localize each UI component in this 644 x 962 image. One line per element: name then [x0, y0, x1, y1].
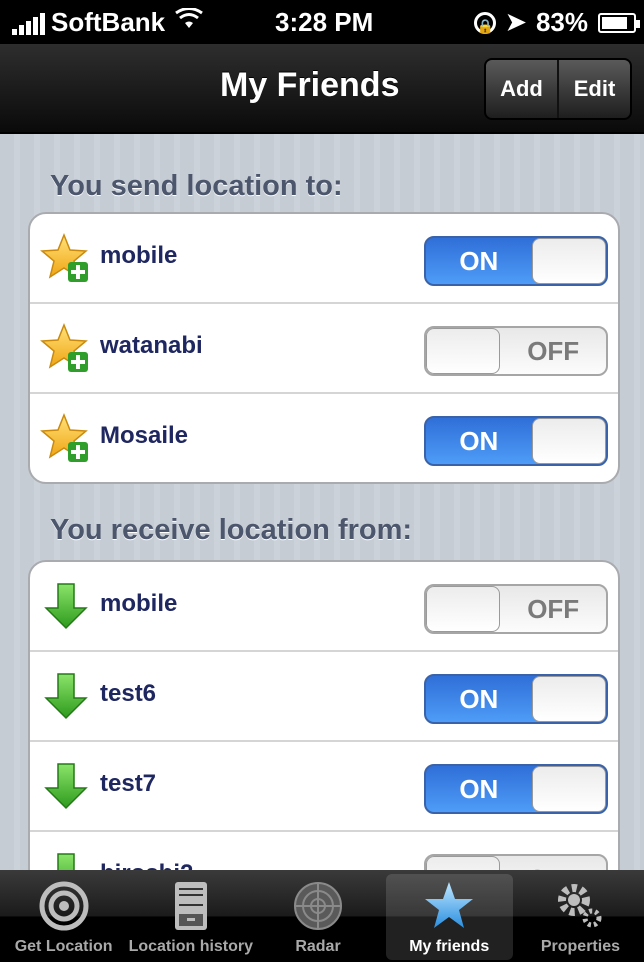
target-icon: [38, 880, 90, 932]
send-toggle-switch[interactable]: OFF: [424, 326, 608, 376]
send-row[interactable]: watanabi OFF: [30, 304, 618, 394]
cabinet-icon: [165, 880, 217, 932]
down-arrow-icon: [40, 670, 92, 722]
tab-label: Location history: [128, 938, 254, 955]
status-time: 3:28 PM: [275, 7, 374, 37]
toggle-knob[interactable]: [426, 586, 501, 632]
status-left: SoftBank: [12, 7, 203, 38]
receive-row[interactable]: test7 ON: [30, 742, 618, 832]
tab-get-location[interactable]: Get Location: [0, 870, 127, 962]
toggle-knob[interactable]: [426, 856, 501, 870]
send-row[interactable]: mobile ON: [30, 214, 618, 304]
add-button[interactable]: Add: [486, 60, 557, 118]
receive-toggle-switch[interactable]: OFF: [424, 584, 608, 634]
receive-row[interactable]: hiroshi2 OFF: [30, 832, 618, 870]
toggle-knob[interactable]: [531, 238, 606, 284]
toggle-state-label: ON: [459, 245, 499, 276]
receive-section-header: You receive location from:: [50, 514, 413, 546]
edit-button[interactable]: Edit: [557, 60, 630, 118]
tab-label: Get Location: [14, 938, 113, 955]
orientation-lock-icon: 🔒: [473, 11, 496, 34]
receive-row[interactable]: test6 ON: [30, 652, 618, 742]
tab-label: Radar: [295, 938, 341, 955]
receive-group: mobile OFF test6 ON test7 ON hiroshi2 OFF: [28, 560, 620, 870]
tab-radar[interactable]: Radar: [254, 870, 381, 962]
star-icon: [423, 880, 475, 932]
receive-friend-name: test7: [100, 770, 157, 797]
send-friend-name: Mosaile: [100, 422, 189, 449]
receive-row[interactable]: mobile OFF: [30, 562, 618, 652]
friends-list[interactable]: You send location to: mobile ON watanabi OF…: [0, 134, 644, 870]
receive-friend-name: mobile: [100, 590, 178, 617]
radar-icon: [292, 880, 344, 932]
toggle-knob[interactable]: [531, 766, 606, 812]
send-friend-name: watanabi: [100, 332, 203, 359]
star-add-icon: [40, 412, 92, 464]
page-title: My Friends: [220, 66, 400, 104]
send-group: mobile ON watanabi OFF Mosaile ON: [28, 212, 620, 484]
send-toggle-switch[interactable]: ON: [424, 416, 608, 466]
receive-toggle-switch[interactable]: ON: [424, 764, 608, 814]
add-edit-segmented-control: Add Edit: [484, 58, 632, 120]
send-section-header: You send location to:: [50, 170, 343, 202]
tab-my-friends[interactable]: My friends: [385, 874, 513, 960]
tab-location-history[interactable]: Location history: [127, 870, 254, 962]
down-arrow-icon: [40, 580, 92, 632]
star-add-icon: [40, 322, 92, 374]
carrier-name: SoftBank: [51, 7, 166, 37]
tab-properties[interactable]: Properties: [517, 870, 644, 962]
toggle-state-label: ON: [459, 425, 499, 456]
star-add-icon: [40, 232, 92, 284]
send-friend-name: mobile: [100, 242, 178, 269]
toggle-state-label: ON: [459, 773, 499, 804]
receive-toggle-switch[interactable]: OFF: [424, 854, 608, 870]
wifi-icon: [175, 7, 203, 37]
status-right: 🔒 ➤ 83%: [473, 7, 640, 38]
status-bar: SoftBank 3:28 PM 🔒 ➤ 83%: [0, 0, 644, 44]
receive-toggle-switch[interactable]: ON: [424, 674, 608, 724]
toggle-state-label: OFF: [527, 593, 580, 624]
tab-label: Properties: [540, 938, 620, 955]
down-arrow-icon: [40, 760, 92, 812]
battery-percent: 83%: [535, 7, 588, 37]
location-arrow-icon: ➤: [505, 9, 526, 36]
battery-icon: [598, 12, 640, 33]
gears-icon: [554, 880, 606, 932]
toggle-state-label: OFF: [500, 856, 606, 871]
signal-strength-icon: [12, 11, 45, 35]
send-row[interactable]: Mosaile ON: [30, 394, 618, 482]
toggle-state-label: OFF: [527, 335, 580, 366]
toggle-state-label: ON: [459, 683, 499, 714]
send-toggle-switch[interactable]: ON: [424, 236, 608, 286]
tab-label: My friends: [409, 938, 490, 955]
tab-bar: Get Location Location history Radar My frie…: [0, 870, 644, 962]
receive-friend-name: hiroshi2: [100, 860, 193, 870]
toggle-knob[interactable]: [426, 328, 501, 374]
down-arrow-icon: [40, 850, 92, 870]
toggle-knob[interactable]: [531, 676, 606, 722]
toggle-knob[interactable]: [531, 418, 606, 464]
navigation-bar: My Friends Add Edit: [0, 44, 644, 134]
receive-friend-name: test6: [100, 680, 157, 707]
